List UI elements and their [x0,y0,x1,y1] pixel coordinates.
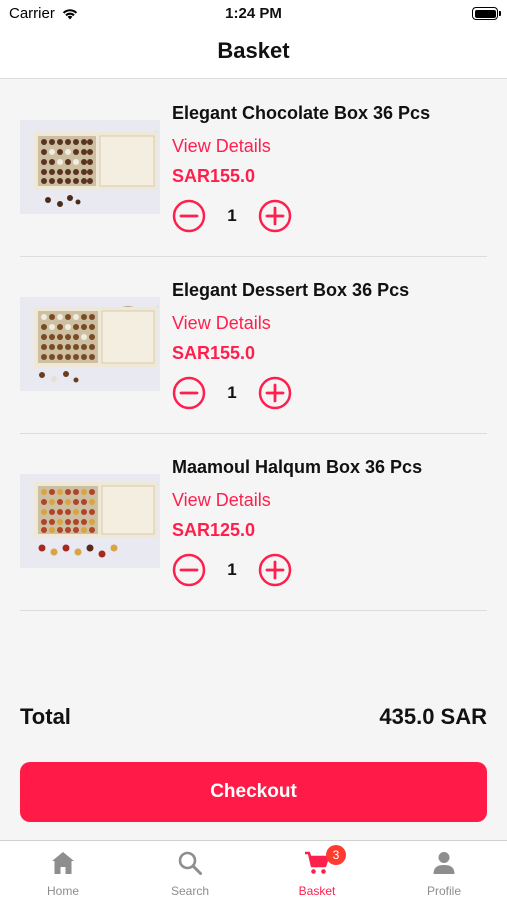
status-bar: Carrier 1:24 PM [0,0,507,28]
page-title: Basket [217,38,290,63]
increase-quantity-button[interactable] [258,553,292,587]
person-icon [433,852,455,874]
view-details-link[interactable]: View Details [172,313,271,334]
product-name: Maamoul Halqum Box 36 Pcs [172,457,423,477]
minus-circle-icon [172,553,206,587]
clock: 1:24 PM [225,5,282,22]
plus-circle-icon [258,199,292,233]
tab-profile-label: Profile [426,884,461,898]
view-details-link[interactable]: View Details [172,490,271,511]
tab-bar: Home Search 3 Basket Profile [0,840,507,900]
product-image [20,120,160,214]
total-value: 435.0 SAR [379,704,487,729]
tab-basket-label: Basket [298,884,336,898]
checkout-button[interactable]: Checkout [20,762,487,822]
basket-item: Maamoul Halqum Box 36 Pcs View Details S… [20,434,487,611]
basket-item: Elegant Chocolate Box 36 Pcs View Detail… [20,80,487,257]
product-price: SAR155.0 [172,343,256,363]
decrease-quantity-button[interactable] [172,376,206,410]
product-image [20,474,160,568]
basket-list: Elegant Chocolate Box 36 Pcs View Detail… [20,80,487,611]
home-icon [52,852,74,874]
quantity-stepper: 1 [172,553,296,587]
decrease-quantity-button[interactable] [172,553,206,587]
product-price: SAR125.0 [172,520,256,540]
quantity-value: 1 [227,206,237,225]
tab-basket[interactable]: 3 Basket [254,841,380,900]
tab-profile[interactable]: Profile [381,841,507,900]
quantity-value: 1 [227,560,237,579]
quantity-value: 1 [227,383,237,402]
minus-circle-icon [172,199,206,233]
basket-count-badge: 3 [326,845,346,865]
product-name: Elegant Dessert Box 36 Pcs [172,280,410,300]
search-icon [178,851,202,875]
basket-item: Elegant Dessert Box 36 Pcs View Details … [20,257,487,434]
product-price: SAR155.0 [172,166,256,186]
decrease-quantity-button[interactable] [172,199,206,233]
plus-circle-icon [258,376,292,410]
battery-icon [472,7,501,20]
product-image [20,297,160,391]
total-row: Total 435.0 SAR [20,704,487,734]
minus-circle-icon [172,376,206,410]
tab-search-label: Search [170,884,210,898]
plus-circle-icon [258,553,292,587]
increase-quantity-button[interactable] [258,199,292,233]
quantity-stepper: 1 [172,376,296,410]
view-details-link[interactable]: View Details [172,136,271,157]
tab-home[interactable]: Home [0,841,126,900]
quantity-stepper: 1 [172,199,296,233]
tab-search[interactable]: Search [127,841,253,900]
navigation-bar: Basket [0,28,507,79]
tab-home-label: Home [46,884,79,898]
increase-quantity-button[interactable] [258,376,292,410]
product-name: Elegant Chocolate Box 36 Pcs [172,103,431,123]
total-label: Total [20,704,71,729]
